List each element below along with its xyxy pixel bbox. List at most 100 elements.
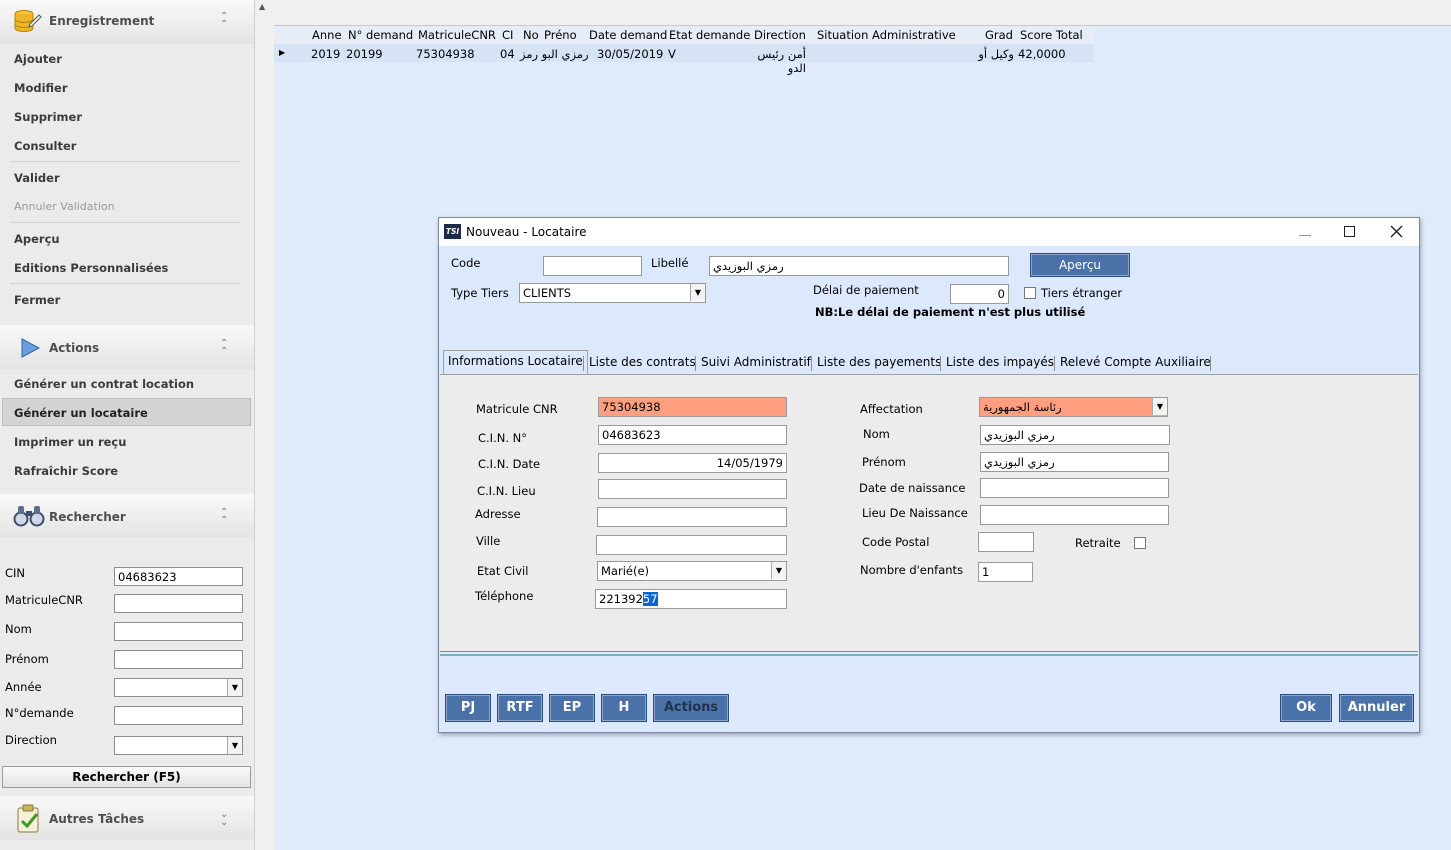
sidebar-item-ajouter[interactable]: Ajouter: [14, 52, 62, 66]
ep-button[interactable]: EP: [549, 694, 595, 722]
rechercher-button[interactable]: Rechercher (F5): [2, 766, 251, 788]
dropdown-arrow-icon[interactable]: ▼: [1152, 398, 1167, 415]
lieu-naissance-input[interactable]: [980, 505, 1169, 525]
collapse-icon[interactable]: ⌃ ⌃: [220, 12, 228, 30]
prenom-label: Prénom: [5, 652, 49, 666]
expand-icon[interactable]: ⌄ ⌄: [220, 810, 228, 828]
sidebar-item-generer-contrat[interactable]: Générer un contrat location: [14, 377, 194, 391]
locataire-dialog: TSI Nouveau - Locataire Code Libellé رمز…: [438, 217, 1420, 733]
sidebar-item-supprimer[interactable]: Supprimer: [14, 110, 82, 124]
cell-ci: 04: [500, 47, 515, 61]
divider: [10, 161, 240, 162]
tab-releve-compte[interactable]: Relevé Compte Auxiliaire: [1056, 352, 1215, 374]
section-enregistrement-header[interactable]: Enregistrement ⌃ ⌃: [0, 0, 258, 44]
section-actions-header[interactable]: Actions ⌃ ⌃: [0, 325, 258, 369]
telephone-input[interactable]: 22139257: [595, 589, 787, 609]
sidebar-item-fermer[interactable]: Fermer: [14, 293, 60, 307]
sidebar-item-rafraichir-score[interactable]: Rafraîchir Score: [14, 464, 118, 478]
dropdown-arrow-icon[interactable]: ▼: [771, 562, 786, 579]
sidebar-item-editions-personnalisees[interactable]: Editions Personnalisées: [14, 261, 168, 275]
collapse-icon[interactable]: ⌃ ⌃: [220, 508, 228, 526]
sidebar-splitter[interactable]: ▲: [254, 0, 274, 850]
table-row[interactable]: [274, 44, 1094, 62]
dropdown-arrow-icon[interactable]: ▼: [227, 737, 242, 754]
section-autres-taches-header[interactable]: Autres Tâches ⌄ ⌄: [0, 796, 258, 840]
search-ndemande-input[interactable]: [114, 706, 243, 725]
column-header[interactable]: Direction: [754, 28, 806, 42]
nombre-enfants-label: Nombre d'enfants: [860, 563, 964, 577]
tab-separator: [1054, 356, 1055, 371]
nom-input[interactable]: رمزي البوزيدي: [980, 425, 1170, 445]
collapse-icon[interactable]: ⌃ ⌃: [220, 339, 228, 357]
h-button[interactable]: H: [601, 694, 647, 722]
sidebar-item-valider[interactable]: Valider: [14, 171, 60, 185]
code-input[interactable]: [543, 256, 642, 276]
section-rechercher-header[interactable]: Rechercher ⌃ ⌃: [0, 494, 258, 538]
column-header[interactable]: Préno: [544, 28, 577, 42]
prenom-input[interactable]: رمزي البوزيدي: [980, 452, 1169, 472]
search-matricule-input[interactable]: [114, 594, 243, 613]
nombre-enfants-input[interactable]: 1: [978, 562, 1033, 582]
tab-liste-contrats[interactable]: Liste des contrats: [585, 352, 700, 374]
annuler-button[interactable]: Annuler: [1339, 694, 1414, 722]
search-cin-input[interactable]: 04683623: [114, 567, 243, 586]
maximize-icon[interactable]: [1344, 226, 1355, 237]
column-header[interactable]: Date demand: [589, 28, 667, 42]
cell-date: 30/05/2019: [597, 47, 664, 61]
tab-separator: [1210, 356, 1211, 371]
date-naissance-input[interactable]: [980, 478, 1169, 498]
search-prenom-input[interactable]: [114, 650, 243, 669]
pj-button[interactable]: PJ: [445, 694, 491, 722]
minimize-icon[interactable]: [1299, 224, 1311, 236]
tab-liste-impayes[interactable]: Liste des impayés: [942, 352, 1058, 374]
grid-group-bar: [274, 0, 1451, 26]
cin-date-input[interactable]: 14/05/1979: [598, 453, 787, 473]
retraite-checkbox[interactable]: [1134, 537, 1146, 549]
apercu-button[interactable]: Aperçu: [1030, 253, 1130, 277]
column-header[interactable]: Grad: [985, 28, 1013, 42]
dropdown-arrow-icon[interactable]: ▼: [227, 679, 242, 696]
search-nom-input[interactable]: [114, 622, 243, 641]
rtf-button[interactable]: RTF: [497, 694, 543, 722]
tiers-etranger-checkbox[interactable]: [1024, 287, 1036, 299]
column-header[interactable]: Anne: [312, 28, 342, 42]
close-icon[interactable]: [1390, 225, 1403, 238]
ville-input[interactable]: [596, 535, 787, 555]
etat-civil-select[interactable]: Marié(e) ▼: [597, 561, 787, 581]
column-header[interactable]: Situation Administrative: [817, 28, 956, 42]
adresse-input[interactable]: [597, 507, 787, 527]
dialog-titlebar[interactable]: TSI Nouveau - Locataire: [439, 218, 1419, 246]
tab-informations-locataire[interactable]: Informations Locataire: [443, 350, 588, 374]
ok-button[interactable]: Ok: [1280, 694, 1332, 722]
sidebar-item-modifier[interactable]: Modifier: [14, 81, 68, 95]
libelle-input[interactable]: رمزي البوزيدي: [709, 256, 1009, 276]
matricule-cnr-input[interactable]: 75304938: [598, 397, 787, 417]
cin-lieu-input[interactable]: [598, 479, 787, 499]
sidebar-item-imprimer-recu[interactable]: Imprimer un reçu: [14, 435, 126, 449]
column-header[interactable]: N° demand: [348, 28, 413, 42]
delai-note: NB:Le délai de paiement n'est plus utili…: [815, 305, 1086, 319]
cin-input[interactable]: 04683623: [598, 425, 787, 445]
column-header[interactable]: No: [523, 28, 539, 42]
affectation-select[interactable]: رئاسة الجمهورية ▼: [979, 397, 1168, 417]
actions-button[interactable]: Actions: [653, 694, 729, 722]
delai-paiement-input[interactable]: 0: [950, 284, 1009, 304]
code-postal-input[interactable]: [978, 532, 1034, 552]
column-header[interactable]: Etat demande: [669, 28, 750, 42]
column-header[interactable]: CI: [502, 28, 513, 42]
divider: [10, 222, 240, 223]
tab-liste-payements[interactable]: Liste des payements: [813, 352, 945, 374]
cell-direction: أمن رئيس الدو: [757, 47, 806, 75]
type-tiers-select[interactable]: CLIENTS ▼: [519, 283, 706, 303]
search-annee-select[interactable]: ▼: [114, 678, 243, 697]
sidebar-item-consulter[interactable]: Consulter: [14, 139, 76, 153]
scroll-up-icon[interactable]: ▲: [259, 2, 265, 11]
dropdown-arrow-icon[interactable]: ▼: [690, 284, 705, 301]
sidebar-item-generer-locataire[interactable]: Générer un locataire: [14, 406, 148, 420]
search-direction-select[interactable]: ▼: [114, 736, 243, 755]
sidebar-item-apercu[interactable]: Aperçu: [14, 232, 60, 246]
column-header[interactable]: MatriculeCNR: [418, 28, 496, 42]
cell-annee: 2019: [311, 47, 341, 61]
tab-suivi-administratif[interactable]: Suivi Administratif: [697, 352, 815, 374]
column-header[interactable]: Score Total: [1020, 28, 1083, 42]
